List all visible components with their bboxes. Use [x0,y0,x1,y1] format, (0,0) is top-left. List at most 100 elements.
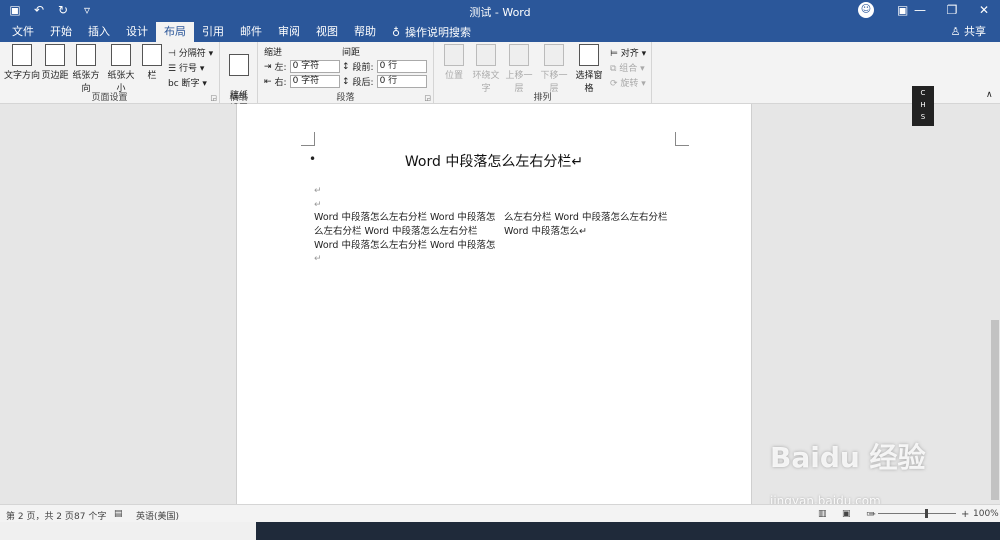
ribbon: 文字方向 页边距 纸张方向 纸张大小 栏 ⊣ 分隔符 ▾ ☰ 行号 ▾ bc 断… [0,42,1000,114]
text-direction-icon [12,44,32,66]
ime-char: C [920,89,926,97]
read-mode-icon[interactable]: ▥ [818,509,827,519]
right-column[interactable]: 么左右分栏 Word 中段落怎么左右分栏 Word 中段落怎么↵ [504,211,667,239]
user-avatar-icon[interactable]: ☺ [858,2,874,18]
ime-char: S [920,113,926,121]
page-count[interactable]: 第 2 页，共 2 页 [6,509,74,522]
restore-button[interactable]: ❐ [936,0,968,22]
breaks-label: 分隔符 [178,49,206,59]
selection-pane-button[interactable]: 选择窗格 [572,44,606,94]
page[interactable]: • Word 中段落怎么左右分栏↵ ↵ ↵ Word 中段落怎么左右分栏 Wor… [236,104,752,504]
tab-insert[interactable]: 插入 [80,22,118,42]
breaks-button[interactable]: ⊣ 分隔符 ▾ [168,46,213,59]
selection-pane-icon [579,44,599,66]
spacing-after-input[interactable]: 0 行 [376,75,427,88]
align-label: 对齐 [620,49,639,59]
document-heading[interactable]: Word 中段落怎么左右分栏↵ [237,151,751,171]
paragraph-group: 缩进 间距 ⇥ 左: 0 字符 ⇤ 右: 0 字符 ↕ 段前: 0 行 ↕ 段后… [258,42,434,104]
ime-char: H [920,101,926,109]
tab-review[interactable]: 审阅 [270,22,308,42]
window-title: 测试 - Word [469,6,531,19]
spacing-before-label: 段前: [352,63,374,73]
indent-heading: 缩进 [264,48,283,58]
tab-mailings[interactable]: 邮件 [232,22,270,42]
column-line: Word 中段落怎么左右分栏 Word 中段落怎 [314,240,496,251]
text-direction-label: 文字方向 [4,71,41,81]
close-button[interactable]: ✕ [968,0,1000,22]
arrange-group: 位置 环绕文字 上移一层 下移一层 选择窗格 ⊨ 对齐 ▾ ⧉ 组合 ▾ ⟳ 旋… [434,42,652,104]
taskbar-search-area[interactable] [0,522,256,540]
spacing-after: ↕ 段后: 0 行 [342,75,427,88]
spacing-after-label: 段后: [352,78,374,88]
indent-left-input[interactable]: 0 字符 [289,60,340,73]
ime-indicator[interactable]: C H S [912,86,934,126]
position-button[interactable]: 位置 [438,44,470,81]
line-numbers-label: 行号 [178,64,197,74]
tab-home[interactable]: 开始 [42,22,80,42]
zoom-level[interactable]: 100% [973,509,999,519]
rotate-button[interactable]: ⟳ 旋转 ▾ [610,76,646,89]
bring-forward-button[interactable]: 上移一层 [502,44,536,94]
text-direction-button[interactable]: 文字方向 [4,44,40,81]
language-indicator[interactable]: 英语(美国) [136,509,179,522]
spacing-before: ↕ 段前: 0 行 [342,60,427,73]
page-setup-launcher-icon[interactable]: ◲ [210,94,217,102]
minimize-button[interactable]: — [904,0,936,22]
column-line: Word 中段落怎么左右分栏 Word 中段落怎 [314,212,496,223]
word-count[interactable]: 87 个字 [74,509,106,522]
tab-references[interactable]: 引用 [194,22,232,42]
size-button[interactable]: 纸张大小 [104,44,138,94]
tab-view[interactable]: 视图 [308,22,346,42]
margins-button[interactable]: 页边距 [40,44,70,81]
align-button[interactable]: ⊨ 对齐 ▾ [610,46,646,59]
line-numbers-button[interactable]: ☰ 行号 ▾ [168,61,204,74]
zoom-slider[interactable] [878,513,956,514]
paragraph-mark: ↵ [314,200,322,210]
paragraph-mark: ↵ [314,186,322,196]
proofing-icon[interactable]: ▤ [114,509,123,519]
tab-design[interactable]: 设计 [118,22,156,42]
tell-me-search[interactable]: ♁ 操作说明搜索 [392,24,471,40]
column-line: 么左右分栏 Word 中段落怎么左右分栏 [314,226,478,237]
status-bar: 第 2 页，共 2 页 87 个字 ▤ 英语(美国) ▥ ▣ ▭ − + 100… [0,504,1000,522]
columns-button[interactable]: 栏 [140,44,164,81]
zoom-slider-knob[interactable] [925,509,928,518]
tab-layout[interactable]: 布局 [156,22,194,42]
hyphenation-label: 断字 [181,79,200,89]
group-objects-button[interactable]: ⧉ 组合 ▾ [610,61,645,74]
left-column[interactable]: Word 中段落怎么左右分栏 Word 中段落怎 么左右分栏 Word 中段落怎… [314,211,495,253]
tell-me-label: 操作说明搜索 [405,26,472,39]
zoom-in-button[interactable]: + [961,509,969,520]
person-icon: ♙ [950,25,961,38]
indent-left-icon: ⇥ [264,61,272,72]
spacing-heading: 间距 [342,48,361,58]
group-objects-label: 组合 [619,64,638,74]
zoom-out-button[interactable]: − [868,509,876,520]
arrange-group-label: 排列 [533,93,552,103]
position-icon [444,44,464,66]
share-button[interactable]: ♙ 共享 [951,22,986,42]
indent-right: ⇤ 右: 0 字符 [264,75,340,88]
wrap-text-button[interactable]: 环绕文字 [470,44,502,94]
print-layout-icon[interactable]: ▣ [842,509,851,519]
taskbar [0,522,1000,540]
share-label: 共享 [964,25,986,38]
paragraph-launcher-icon[interactable]: ◲ [424,94,431,102]
tab-file[interactable]: 文件 [4,22,42,42]
margins-icon [45,44,65,66]
indent-right-icon: ⇤ [264,76,272,87]
collapse-ribbon-icon[interactable]: ∧ [986,90,993,100]
scrollbar-thumb[interactable] [991,320,999,500]
position-label: 位置 [444,71,463,81]
tab-help[interactable]: 帮助 [346,22,384,42]
indent-right-input[interactable]: 0 字符 [289,75,340,88]
rotate-label: 旋转 [620,79,639,89]
hyphenation-button[interactable]: bc 断字 ▾ [168,76,207,89]
orientation-icon [76,44,96,66]
send-backward-button[interactable]: 下移一层 [537,44,571,94]
ribbon-tabs: 文件 开始 插入 设计 布局 引用 邮件 审阅 视图 帮助 ♁ 操作说明搜索 ♙… [0,22,1000,42]
spacing-before-input[interactable]: 0 行 [376,60,427,73]
orientation-button[interactable]: 纸张方向 [69,44,103,94]
manuscript-group-label: 稿纸 [229,93,248,103]
paragraph-mark: ↵ [314,254,322,264]
